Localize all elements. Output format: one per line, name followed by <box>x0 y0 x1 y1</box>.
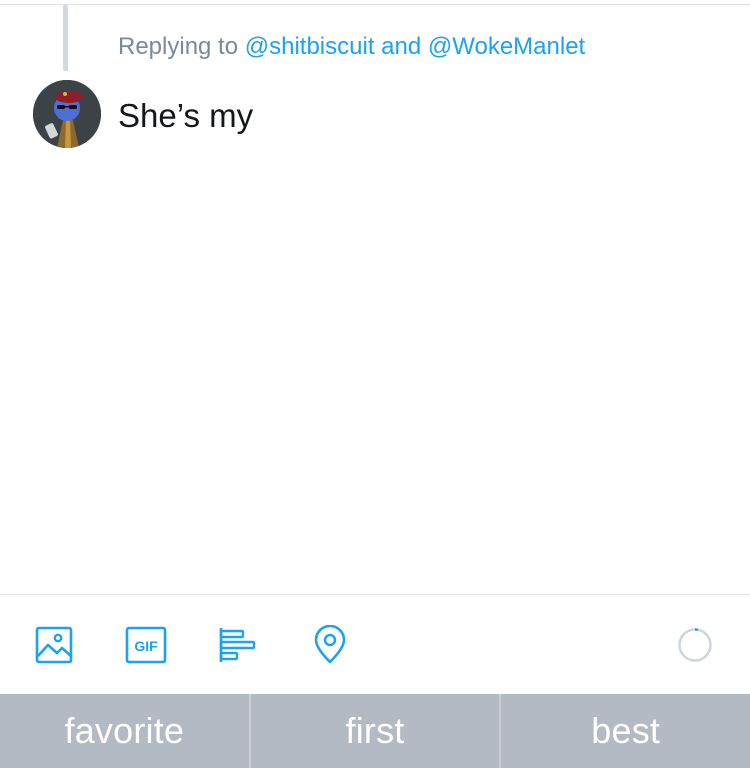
replying-to-line: Replying to @shitbiscuit and @WokeManlet <box>118 32 585 62</box>
suggestion-best[interactable]: best <box>501 694 750 768</box>
compose-reply-screen: Replying to @shitbiscuit and @WokeManlet… <box>0 0 750 768</box>
poll-icon <box>219 628 256 662</box>
add-image-button[interactable] <box>32 623 76 667</box>
character-counter <box>676 626 714 664</box>
thread-connector-line <box>63 5 68 71</box>
keyboard-suggestion-bar: favorite first best <box>0 694 750 768</box>
reply-conjunction[interactable]: and <box>381 33 421 60</box>
add-gif-button[interactable]: GIF <box>124 623 168 667</box>
location-icon <box>314 625 346 664</box>
reply-handle-link[interactable]: @shitbiscuit <box>245 33 375 60</box>
reply-handle-link[interactable]: @WokeManlet <box>428 33 585 60</box>
character-progress-ring-icon <box>678 628 712 662</box>
image-icon <box>35 626 73 664</box>
add-location-button[interactable] <box>308 623 352 667</box>
add-poll-button[interactable] <box>216 623 260 667</box>
top-divider <box>0 4 750 5</box>
suggestion-favorite[interactable]: favorite <box>0 694 249 768</box>
gif-icon: GIF <box>125 626 167 664</box>
avatar-image <box>33 80 101 148</box>
avatar[interactable] <box>33 80 101 148</box>
compose-toolbar: GIF <box>0 595 750 694</box>
gif-label: GIF <box>134 638 158 654</box>
suggestion-first[interactable]: first <box>251 694 500 768</box>
tweet-compose-input[interactable]: She’s my <box>118 96 253 136</box>
replying-to-prefix: Replying to <box>118 33 239 60</box>
